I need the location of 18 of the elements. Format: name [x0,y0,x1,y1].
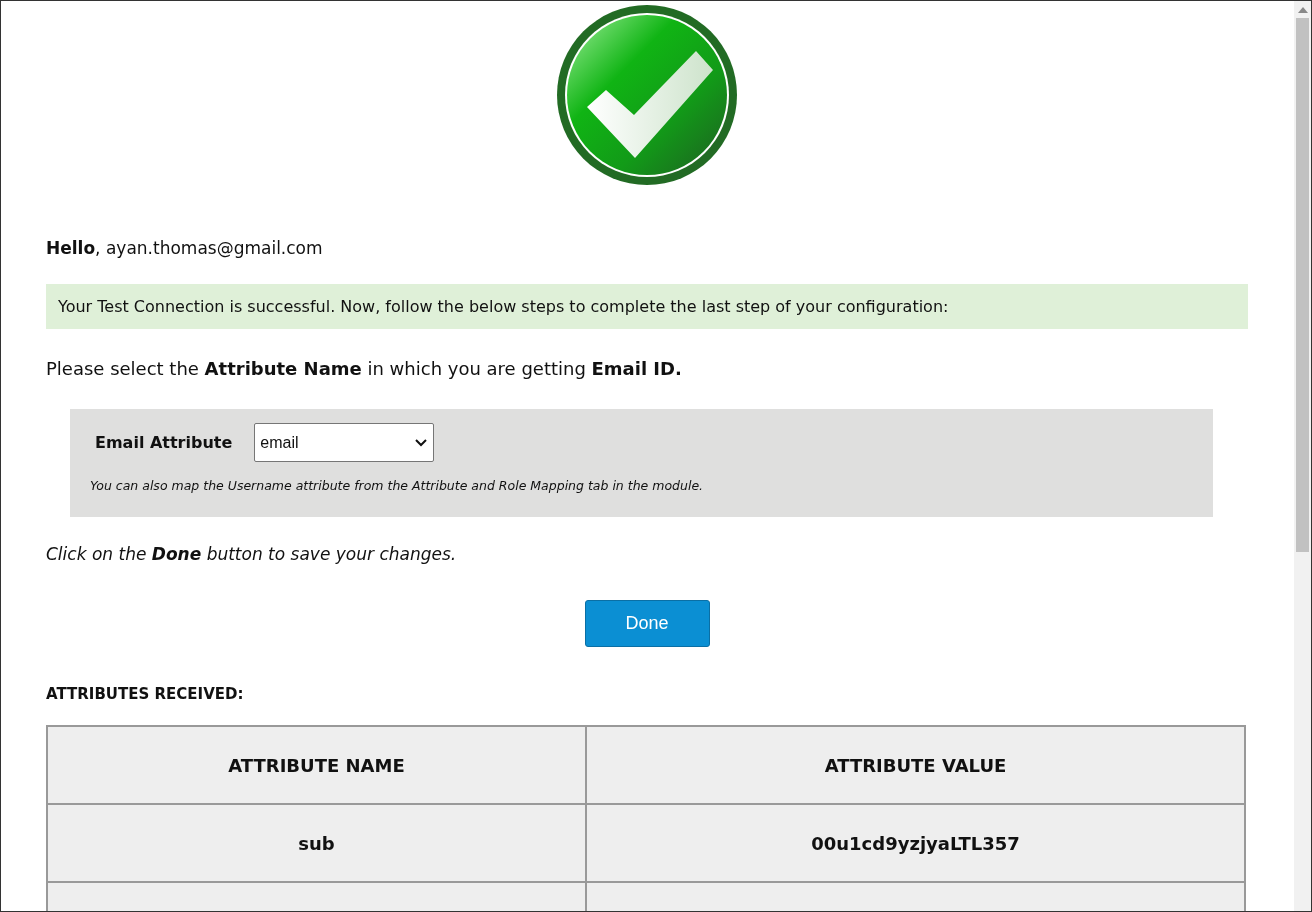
checkmark-badge-icon [556,4,738,186]
instruction-text: Please select the Attribute Name in which you are getting Email ID. [46,358,683,379]
greeting-text: Hello, ayan.thomas@gmail.com [46,238,324,258]
scrollbar[interactable] [1294,1,1311,911]
scroll-up-icon[interactable] [1297,7,1308,13]
table-cell: sub [47,804,586,882]
column-header: ATTRIBUTE NAME [47,726,586,804]
success-alert: Your Test Connection is successful. Now, follow the below steps to complete the last step of your configuration: [46,284,1248,329]
column-header: ATTRIBUTE VALUE [586,726,1245,804]
table-cell: 00u1cd9yzjyaLTL357 [586,804,1245,882]
email-attribute-dropdown[interactable]: email [254,423,435,462]
attributes-heading: ATTRIBUTES RECEIVED: [46,685,245,703]
mapping-note: You can also map the Username attribute from the Attribute and Role Mapping tab in the module. [90,478,705,493]
scrollbar-thumb[interactable] [1296,18,1309,552]
done-button[interactable]: Done [584,600,710,647]
caret-icon [415,438,428,447]
save-hint-text: Click on the Done button to save your changes. [46,544,458,564]
email-attribute-label: Email Attribute [95,433,233,452]
